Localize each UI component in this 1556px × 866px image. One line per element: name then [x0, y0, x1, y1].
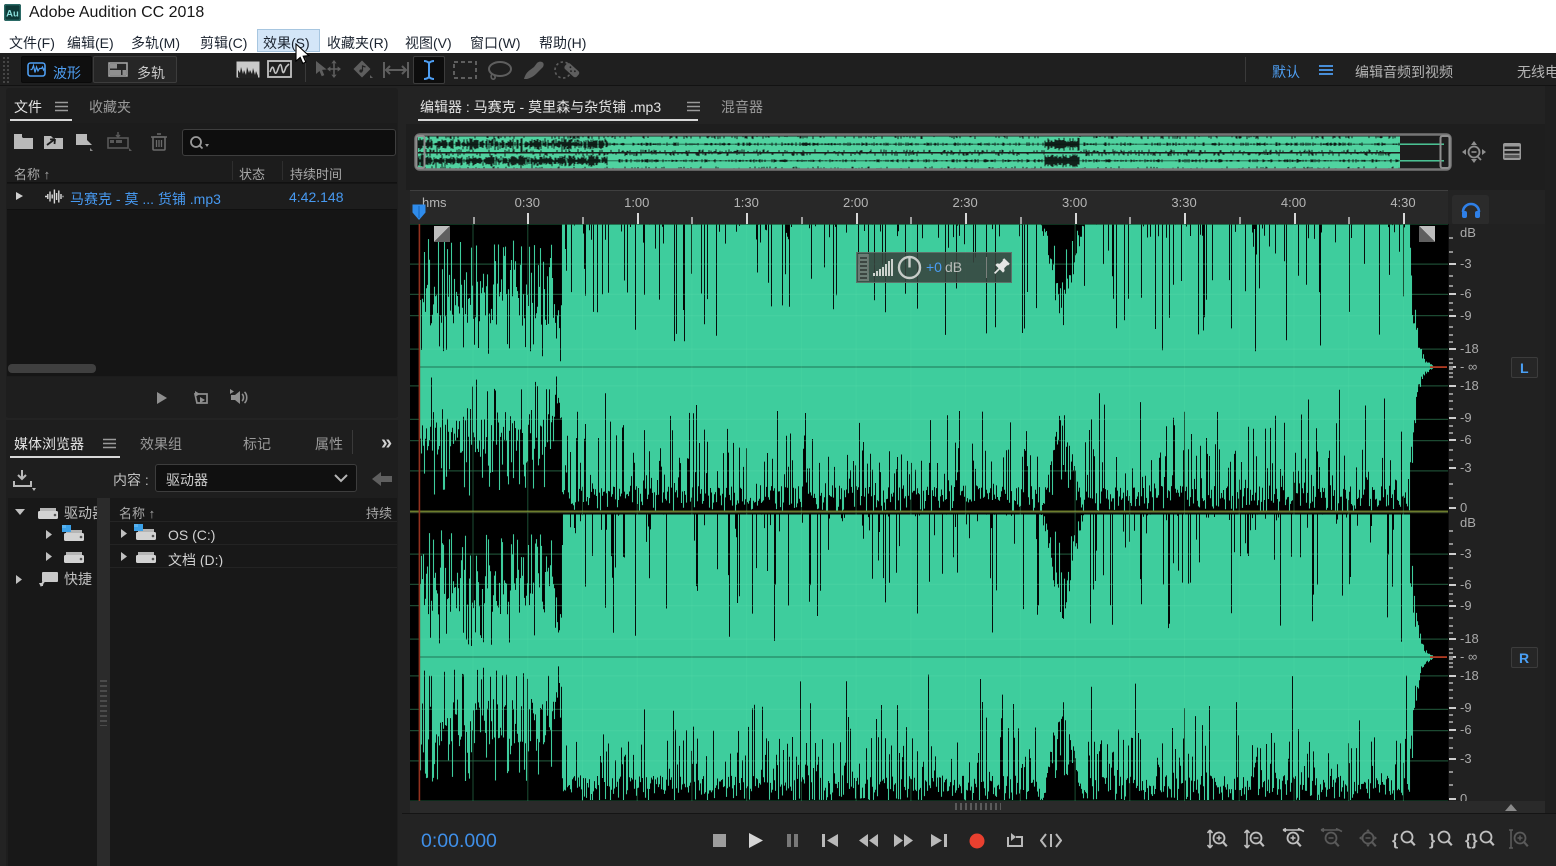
svg-text:Au: Au [6, 9, 19, 20]
svg-text:{: { [1392, 832, 1398, 849]
svg-text:{}: {} [1465, 832, 1477, 849]
svg-text:}: } [1429, 832, 1435, 849]
